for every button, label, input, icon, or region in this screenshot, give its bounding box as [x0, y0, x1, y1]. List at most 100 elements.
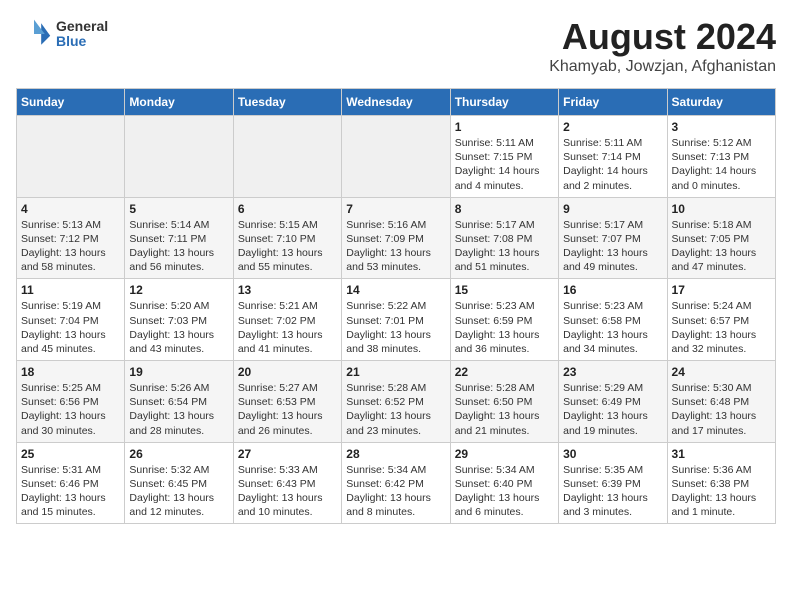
calendar-cell — [342, 116, 450, 198]
day-info: Sunrise: 5:17 AM Sunset: 7:07 PM Dayligh… — [563, 218, 662, 275]
calendar-cell: 18 Sunrise: 5:25 AM Sunset: 6:56 PM Dayli… — [17, 361, 125, 443]
calendar-cell: 29 Sunrise: 5:34 AM Sunset: 6:40 PM Dayli… — [450, 442, 558, 524]
day-header-monday: Monday — [125, 89, 233, 116]
day-info: Sunrise: 5:29 AM Sunset: 6:49 PM Dayligh… — [563, 381, 662, 438]
day-number: 16 — [563, 283, 662, 297]
day-info: Sunrise: 5:13 AM Sunset: 7:12 PM Dayligh… — [21, 218, 120, 275]
day-number: 14 — [346, 283, 445, 297]
day-info: Sunrise: 5:21 AM Sunset: 7:02 PM Dayligh… — [238, 299, 337, 356]
day-number: 7 — [346, 202, 445, 216]
day-number: 4 — [21, 202, 120, 216]
logo-line1: General — [56, 19, 108, 34]
calendar-cell — [125, 116, 233, 198]
day-number: 26 — [129, 447, 228, 461]
calendar-cell: 31 Sunrise: 5:36 AM Sunset: 6:38 PM Dayli… — [667, 442, 775, 524]
logo-text: General Blue — [56, 19, 108, 50]
calendar-header-row: SundayMondayTuesdayWednesdayThursdayFrid… — [17, 89, 776, 116]
day-number: 11 — [21, 283, 120, 297]
day-info: Sunrise: 5:23 AM Sunset: 6:59 PM Dayligh… — [455, 299, 554, 356]
calendar-cell: 17 Sunrise: 5:24 AM Sunset: 6:57 PM Dayli… — [667, 279, 775, 361]
day-info: Sunrise: 5:25 AM Sunset: 6:56 PM Dayligh… — [21, 381, 120, 438]
day-info: Sunrise: 5:30 AM Sunset: 6:48 PM Dayligh… — [672, 381, 771, 438]
logo: General Blue — [16, 16, 108, 52]
day-header-thursday: Thursday — [450, 89, 558, 116]
day-info: Sunrise: 5:23 AM Sunset: 6:58 PM Dayligh… — [563, 299, 662, 356]
day-number: 25 — [21, 447, 120, 461]
week-row-1: 1 Sunrise: 5:11 AM Sunset: 7:15 PM Daylig… — [17, 116, 776, 198]
day-info: Sunrise: 5:31 AM Sunset: 6:46 PM Dayligh… — [21, 463, 120, 520]
calendar-table: SundayMondayTuesdayWednesdayThursdayFrid… — [16, 88, 776, 524]
calendar-cell: 7 Sunrise: 5:16 AM Sunset: 7:09 PM Daylig… — [342, 197, 450, 279]
calendar-cell: 3 Sunrise: 5:12 AM Sunset: 7:13 PM Daylig… — [667, 116, 775, 198]
day-header-friday: Friday — [559, 89, 667, 116]
calendar-cell — [17, 116, 125, 198]
day-info: Sunrise: 5:35 AM Sunset: 6:39 PM Dayligh… — [563, 463, 662, 520]
day-number: 5 — [129, 202, 228, 216]
day-info: Sunrise: 5:28 AM Sunset: 6:50 PM Dayligh… — [455, 381, 554, 438]
page-header: General Blue August 2024 Khamyab, Jowzja… — [16, 16, 776, 76]
day-header-sunday: Sunday — [17, 89, 125, 116]
day-header-saturday: Saturday — [667, 89, 775, 116]
week-row-5: 25 Sunrise: 5:31 AM Sunset: 6:46 PM Dayli… — [17, 442, 776, 524]
day-number: 2 — [563, 120, 662, 134]
calendar-cell: 14 Sunrise: 5:22 AM Sunset: 7:01 PM Dayli… — [342, 279, 450, 361]
day-number: 15 — [455, 283, 554, 297]
day-number: 29 — [455, 447, 554, 461]
day-number: 3 — [672, 120, 771, 134]
logo-icon — [16, 16, 52, 52]
calendar-cell: 24Sunrise: 5:30 AM Sunset: 6:48 PM Dayli… — [667, 361, 775, 443]
calendar-cell: 9 Sunrise: 5:17 AM Sunset: 7:07 PM Daylig… — [559, 197, 667, 279]
calendar-cell: 11Sunrise: 5:19 AM Sunset: 7:04 PM Dayli… — [17, 279, 125, 361]
day-number: 10 — [672, 202, 771, 216]
calendar-cell — [233, 116, 341, 198]
day-info: Sunrise: 5:26 AM Sunset: 6:54 PM Dayligh… — [129, 381, 228, 438]
day-info: Sunrise: 5:11 AM Sunset: 7:15 PM Dayligh… — [455, 136, 554, 193]
day-number: 13 — [238, 283, 337, 297]
day-info: Sunrise: 5:34 AM Sunset: 6:40 PM Dayligh… — [455, 463, 554, 520]
day-number: 6 — [238, 202, 337, 216]
calendar-cell: 15 Sunrise: 5:23 AM Sunset: 6:59 PM Dayli… — [450, 279, 558, 361]
day-number: 21 — [346, 365, 445, 379]
day-number: 17 — [672, 283, 771, 297]
calendar-subtitle: Khamyab, Jowzjan, Afghanistan — [549, 58, 776, 76]
day-number: 22 — [455, 365, 554, 379]
title-block: August 2024 Khamyab, Jowzjan, Afghanista… — [549, 16, 776, 76]
day-info: Sunrise: 5:28 AM Sunset: 6:52 PM Dayligh… — [346, 381, 445, 438]
calendar-cell: 19 Sunrise: 5:26 AM Sunset: 6:54 PM Dayli… — [125, 361, 233, 443]
calendar-cell: 21 Sunrise: 5:28 AM Sunset: 6:52 PM Dayli… — [342, 361, 450, 443]
day-info: Sunrise: 5:16 AM Sunset: 7:09 PM Dayligh… — [346, 218, 445, 275]
day-info: Sunrise: 5:12 AM Sunset: 7:13 PM Dayligh… — [672, 136, 771, 193]
day-info: Sunrise: 5:33 AM Sunset: 6:43 PM Dayligh… — [238, 463, 337, 520]
day-number: 1 — [455, 120, 554, 134]
day-info: Sunrise: 5:17 AM Sunset: 7:08 PM Dayligh… — [455, 218, 554, 275]
day-header-wednesday: Wednesday — [342, 89, 450, 116]
day-info: Sunrise: 5:24 AM Sunset: 6:57 PM Dayligh… — [672, 299, 771, 356]
day-number: 19 — [129, 365, 228, 379]
day-number: 9 — [563, 202, 662, 216]
calendar-cell: 27Sunrise: 5:33 AM Sunset: 6:43 PM Dayli… — [233, 442, 341, 524]
calendar-cell: 13 Sunrise: 5:21 AM Sunset: 7:02 PM Dayli… — [233, 279, 341, 361]
calendar-cell: 5 Sunrise: 5:14 AM Sunset: 7:11 PM Daylig… — [125, 197, 233, 279]
day-info: Sunrise: 5:14 AM Sunset: 7:11 PM Dayligh… — [129, 218, 228, 275]
calendar-cell: 16 Sunrise: 5:23 AM Sunset: 6:58 PM Dayli… — [559, 279, 667, 361]
calendar-cell: 8 Sunrise: 5:17 AM Sunset: 7:08 PM Daylig… — [450, 197, 558, 279]
day-number: 18 — [21, 365, 120, 379]
day-info: Sunrise: 5:11 AM Sunset: 7:14 PM Dayligh… — [563, 136, 662, 193]
day-info: Sunrise: 5:32 AM Sunset: 6:45 PM Dayligh… — [129, 463, 228, 520]
week-row-2: 4 Sunrise: 5:13 AM Sunset: 7:12 PM Daylig… — [17, 197, 776, 279]
day-number: 8 — [455, 202, 554, 216]
calendar-cell: 10Sunrise: 5:18 AM Sunset: 7:05 PM Dayli… — [667, 197, 775, 279]
day-number: 31 — [672, 447, 771, 461]
week-row-4: 18 Sunrise: 5:25 AM Sunset: 6:56 PM Dayli… — [17, 361, 776, 443]
calendar-cell: 4 Sunrise: 5:13 AM Sunset: 7:12 PM Daylig… — [17, 197, 125, 279]
calendar-cell: 26 Sunrise: 5:32 AM Sunset: 6:45 PM Dayli… — [125, 442, 233, 524]
calendar-cell: 2 Sunrise: 5:11 AM Sunset: 7:14 PM Daylig… — [559, 116, 667, 198]
logo-line2: Blue — [56, 34, 108, 49]
calendar-cell: 22 Sunrise: 5:28 AM Sunset: 6:50 PM Dayli… — [450, 361, 558, 443]
calendar-cell: 20Sunrise: 5:27 AM Sunset: 6:53 PM Dayli… — [233, 361, 341, 443]
calendar-cell: 1 Sunrise: 5:11 AM Sunset: 7:15 PM Daylig… — [450, 116, 558, 198]
day-info: Sunrise: 5:36 AM Sunset: 6:38 PM Dayligh… — [672, 463, 771, 520]
calendar-cell: 23Sunrise: 5:29 AM Sunset: 6:49 PM Dayli… — [559, 361, 667, 443]
day-number: 12 — [129, 283, 228, 297]
day-info: Sunrise: 5:22 AM Sunset: 7:01 PM Dayligh… — [346, 299, 445, 356]
